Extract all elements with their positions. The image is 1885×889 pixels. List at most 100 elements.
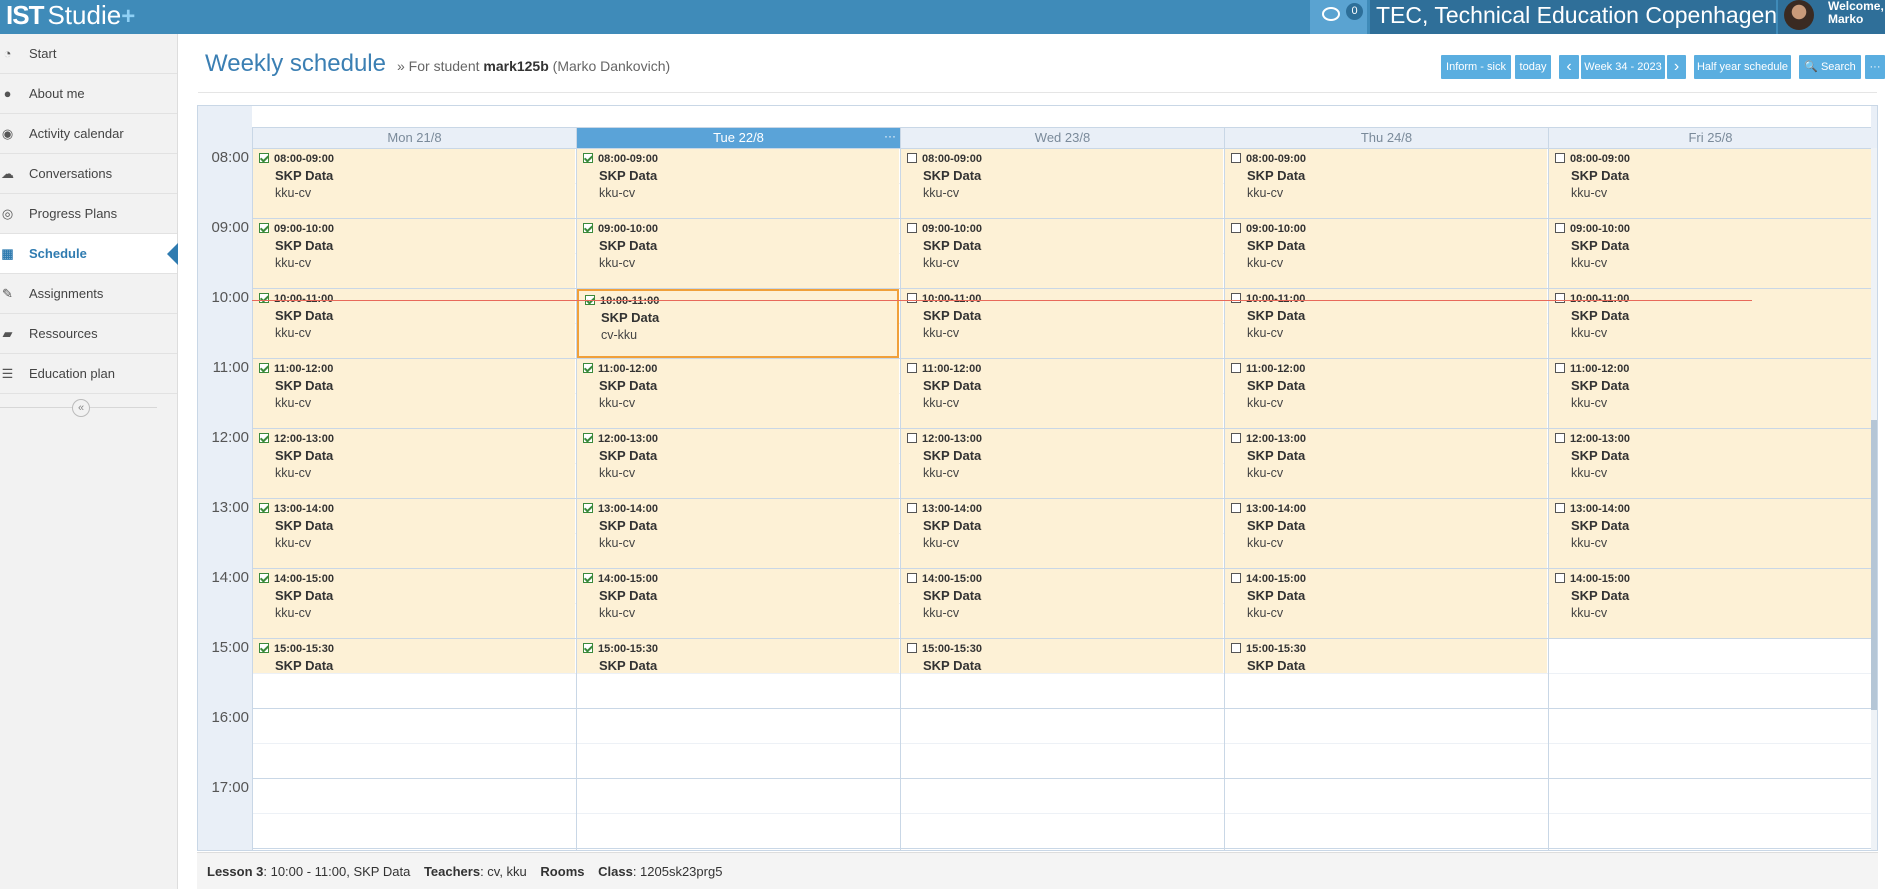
checkbox-icon[interactable]	[1555, 503, 1565, 513]
checkbox-icon[interactable]	[907, 643, 917, 653]
checkbox-icon[interactable]	[907, 153, 917, 163]
lesson-event[interactable]: 15:00-15:30 SKP Data	[577, 639, 899, 673]
day-header[interactable]: Tue 22/8 ···	[576, 128, 900, 148]
sidebar-item-start[interactable]: ◔ Start	[0, 34, 177, 74]
today-button[interactable]: today	[1515, 55, 1551, 79]
checkbox-checked-icon[interactable]	[259, 573, 269, 583]
lesson-event[interactable]: 13:00-14:00 SKP Data kku-cv	[901, 499, 1223, 568]
lesson-event[interactable]: 14:00-15:00 SKP Data kku-cv	[1225, 569, 1547, 638]
lesson-event[interactable]: 09:00-10:00 SKP Data kku-cv	[1549, 219, 1871, 288]
lesson-event[interactable]: 12:00-13:00 SKP Data kku-cv	[1549, 429, 1871, 498]
lesson-event[interactable]: 11:00-12:00 SKP Data kku-cv	[901, 359, 1223, 428]
checkbox-icon[interactable]	[1231, 363, 1241, 373]
search-button[interactable]: 🔍 Search	[1799, 55, 1861, 79]
checkbox-icon[interactable]	[907, 223, 917, 233]
checkbox-checked-icon[interactable]	[259, 433, 269, 443]
day-menu-icon[interactable]: ···	[884, 126, 896, 146]
user-menu[interactable]: Welcome, Marko	[1778, 0, 1885, 34]
checkbox-checked-icon[interactable]	[259, 153, 269, 163]
collapse-sidebar-icon[interactable]: «	[72, 399, 90, 417]
sidebar-item-progress-plans[interactable]: ◎ Progress Plans	[0, 194, 177, 234]
lesson-event[interactable]: 11:00-12:00 SKP Data kku-cv	[1225, 359, 1547, 428]
lesson-event[interactable]: 15:00-15:30 SKP Data	[253, 639, 575, 673]
lesson-event[interactable]: 08:00-09:00 SKP Data kku-cv	[901, 149, 1223, 218]
more-options-button[interactable]: ···	[1865, 55, 1885, 79]
checkbox-checked-icon[interactable]	[583, 223, 593, 233]
checkbox-checked-icon[interactable]	[583, 643, 593, 653]
checkbox-icon[interactable]	[1231, 433, 1241, 443]
checkbox-icon[interactable]	[907, 503, 917, 513]
checkbox-icon[interactable]	[1231, 153, 1241, 163]
prev-week-button[interactable]: ‹	[1559, 55, 1579, 79]
next-week-button[interactable]: ›	[1667, 55, 1686, 79]
lesson-event[interactable]: 15:00-15:30 SKP Data	[1225, 639, 1547, 673]
lesson-event[interactable]: 09:00-10:00 SKP Data kku-cv	[253, 219, 575, 288]
lesson-event[interactable]: 08:00-09:00 SKP Data kku-cv	[1549, 149, 1871, 218]
messages-button[interactable]: 0	[1310, 0, 1367, 34]
inform-sick-button[interactable]: Inform - sick	[1441, 55, 1511, 79]
checkbox-icon[interactable]	[907, 293, 917, 303]
checkbox-icon[interactable]	[1555, 293, 1565, 303]
checkbox-icon[interactable]	[1231, 293, 1241, 303]
lesson-event[interactable]: 12:00-13:00 SKP Data kku-cv	[253, 429, 575, 498]
lesson-event[interactable]: 14:00-15:00 SKP Data kku-cv	[577, 569, 899, 638]
sidebar-item-ressources[interactable]: ▰ Ressources	[0, 314, 177, 354]
sidebar-item-about-me[interactable]: ● About me	[0, 74, 177, 114]
lesson-event[interactable]: 08:00-09:00 SKP Data kku-cv	[253, 149, 575, 218]
lesson-event[interactable]: 14:00-15:00 SKP Data kku-cv	[253, 569, 575, 638]
lesson-event[interactable]: 12:00-13:00 SKP Data kku-cv	[901, 429, 1223, 498]
calendar-grid[interactable]: 08:00-09:00 SKP Data kku-cv 09:00-10:00 SKP …	[252, 148, 1873, 850]
lesson-event[interactable]: 12:00-13:00 SKP Data kku-cv	[577, 429, 899, 498]
lesson-event[interactable]: 11:00-12:00 SKP Data kku-cv	[577, 359, 899, 428]
lesson-event[interactable]: 09:00-10:00 SKP Data kku-cv	[577, 219, 899, 288]
checkbox-checked-icon[interactable]	[259, 503, 269, 513]
lesson-event[interactable]: 13:00-14:00 SKP Data kku-cv	[1225, 499, 1547, 568]
week-selector[interactable]: Week 34 - 2023	[1581, 55, 1665, 79]
checkbox-icon[interactable]	[1555, 573, 1565, 583]
checkbox-checked-icon[interactable]	[259, 293, 269, 303]
checkbox-checked-icon[interactable]	[583, 153, 593, 163]
sidebar-item-activity-calendar[interactable]: ◉ Activity calendar	[0, 114, 177, 154]
lesson-event[interactable]: 09:00-10:00 SKP Data kku-cv	[901, 219, 1223, 288]
checkbox-icon[interactable]	[907, 573, 917, 583]
checkbox-checked-icon[interactable]	[259, 363, 269, 373]
checkbox-icon[interactable]	[1231, 643, 1241, 653]
day-header[interactable]: Wed 23/8	[900, 128, 1224, 148]
checkbox-icon[interactable]	[1555, 153, 1565, 163]
lesson-event[interactable]: 12:00-13:00 SKP Data kku-cv	[1225, 429, 1547, 498]
checkbox-checked-icon[interactable]	[583, 503, 593, 513]
day-header[interactable]: Mon 21/8	[252, 128, 576, 148]
sidebar-item-schedule[interactable]: ▦ Schedule	[0, 234, 178, 274]
lesson-event[interactable]: 08:00-09:00 SKP Data kku-cv	[577, 149, 899, 218]
sidebar-item-education-plan[interactable]: ☰ Education plan	[0, 354, 177, 394]
checkbox-checked-icon[interactable]	[259, 643, 269, 653]
lesson-event[interactable]: 11:00-12:00 SKP Data kku-cv	[253, 359, 575, 428]
checkbox-icon[interactable]	[1231, 503, 1241, 513]
lesson-event[interactable]: 14:00-15:00 SKP Data kku-cv	[1549, 569, 1871, 638]
lesson-event[interactable]: 15:00-15:30 SKP Data	[901, 639, 1223, 673]
lesson-event[interactable]: 11:00-12:00 SKP Data kku-cv	[1549, 359, 1871, 428]
checkbox-icon[interactable]	[1555, 363, 1565, 373]
checkbox-icon[interactable]	[1231, 573, 1241, 583]
lesson-event[interactable]: 14:00-15:00 SKP Data kku-cv	[901, 569, 1223, 638]
all-day-row[interactable]	[252, 106, 1871, 128]
checkbox-checked-icon[interactable]	[583, 363, 593, 373]
checkbox-checked-icon[interactable]	[259, 223, 269, 233]
lesson-event[interactable]: 13:00-14:00 SKP Data kku-cv	[253, 499, 575, 568]
day-header[interactable]: Thu 24/8	[1224, 128, 1548, 148]
lesson-event[interactable]: 08:00-09:00 SKP Data kku-cv	[1225, 149, 1547, 218]
checkbox-icon[interactable]	[907, 433, 917, 443]
checkbox-icon[interactable]	[1555, 223, 1565, 233]
day-header[interactable]: Fri 25/8	[1548, 128, 1872, 148]
sidebar-item-conversations[interactable]: ☁ Conversations	[0, 154, 177, 194]
lesson-event[interactable]: 13:00-14:00 SKP Data kku-cv	[1549, 499, 1871, 568]
checkbox-checked-icon[interactable]	[583, 573, 593, 583]
lesson-event[interactable]: 09:00-10:00 SKP Data kku-cv	[1225, 219, 1547, 288]
institution-name[interactable]: TEC, Technical Education Copenhagen	[1370, 0, 1777, 34]
checkbox-icon[interactable]	[907, 363, 917, 373]
app-logo[interactable]: IST Studie+	[6, 0, 135, 34]
sidebar-item-assignments[interactable]: ✎ Assignments	[0, 274, 177, 314]
calendar-scrollbar[interactable]	[1871, 148, 1877, 850]
scrollbar-thumb[interactable]	[1871, 420, 1877, 710]
lesson-event[interactable]: 13:00-14:00 SKP Data kku-cv	[577, 499, 899, 568]
